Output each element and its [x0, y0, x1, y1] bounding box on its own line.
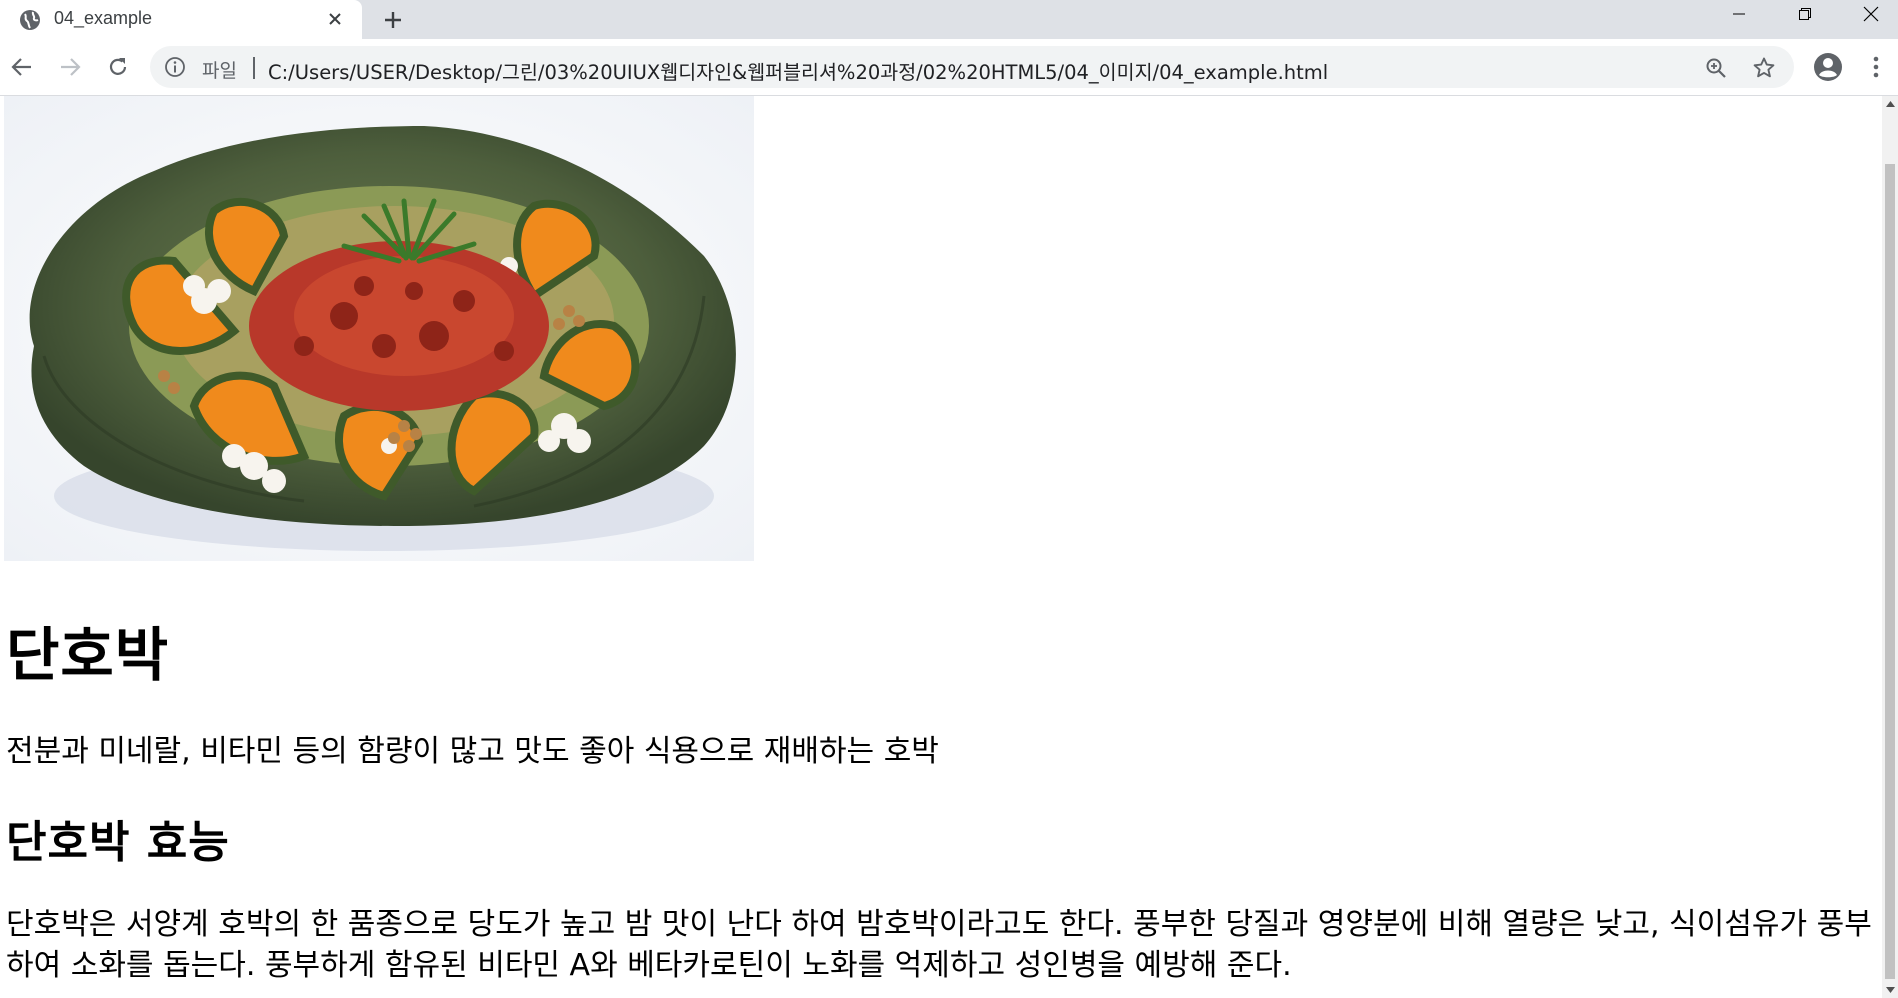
tab-active[interactable]: 04_example	[0, 0, 362, 39]
arrow-right-icon[interactable]	[52, 49, 88, 85]
restore-icon[interactable]	[1774, 0, 1836, 28]
page-viewport: 단호박 전분과 미네랄, 비타민 등의 함량이 많고 맛도 좋아 식용으로 재배…	[0, 96, 1882, 998]
close-icon[interactable]	[322, 6, 348, 32]
plus-icon[interactable]	[378, 5, 408, 35]
page-subheading: 단호박 효능	[6, 817, 230, 868]
info-icon[interactable]	[164, 56, 186, 78]
vertical-scrollbar[interactable]	[1882, 96, 1898, 998]
window-close-icon[interactable]	[1840, 0, 1898, 28]
scroll-down-arrow-icon[interactable]	[1882, 982, 1898, 998]
reload-icon[interactable]	[100, 49, 136, 85]
browser-toolbar: 파일 C:/Users/USER/Desktop/그린/03%20UIUX웹디자…	[0, 39, 1898, 96]
body-paragraph: 단호박은 서양계 호박의 한 품종으로 당도가 높고 밤 맛이 난다 하여 밤호…	[6, 907, 1872, 983]
tab-title: 04_example	[54, 8, 153, 28]
arrow-left-icon[interactable]	[4, 49, 40, 85]
url-text[interactable]: C:/Users/USER/Desktop/그린/03%20UIUX웹디자인&웹…	[268, 56, 1328, 85]
intro-paragraph: 전분과 미네랄, 비타민 등의 함량이 많고 맛도 좋아 식용으로 재배하는 호…	[6, 734, 939, 769]
omnibox-divider	[253, 57, 255, 79]
zoom-in-icon[interactable]	[1702, 54, 1730, 82]
account-circle-icon[interactable]	[1810, 49, 1846, 85]
scroll-up-arrow-icon[interactable]	[1882, 96, 1898, 112]
page-heading: 단호박	[6, 621, 170, 689]
globe-icon	[18, 8, 42, 32]
pumpkin-dish-image	[4, 96, 754, 561]
star-icon[interactable]	[1750, 54, 1778, 82]
address-bar[interactable]: 파일 C:/Users/USER/Desktop/그린/03%20UIUX웹디자…	[150, 46, 1794, 88]
scheme-label: 파일	[202, 60, 237, 82]
tab-strip: 04_example	[0, 0, 1898, 39]
scrollbar-thumb[interactable]	[1885, 164, 1895, 979]
minimize-icon[interactable]	[1708, 0, 1770, 28]
kebab-menu-icon[interactable]	[1858, 49, 1894, 85]
